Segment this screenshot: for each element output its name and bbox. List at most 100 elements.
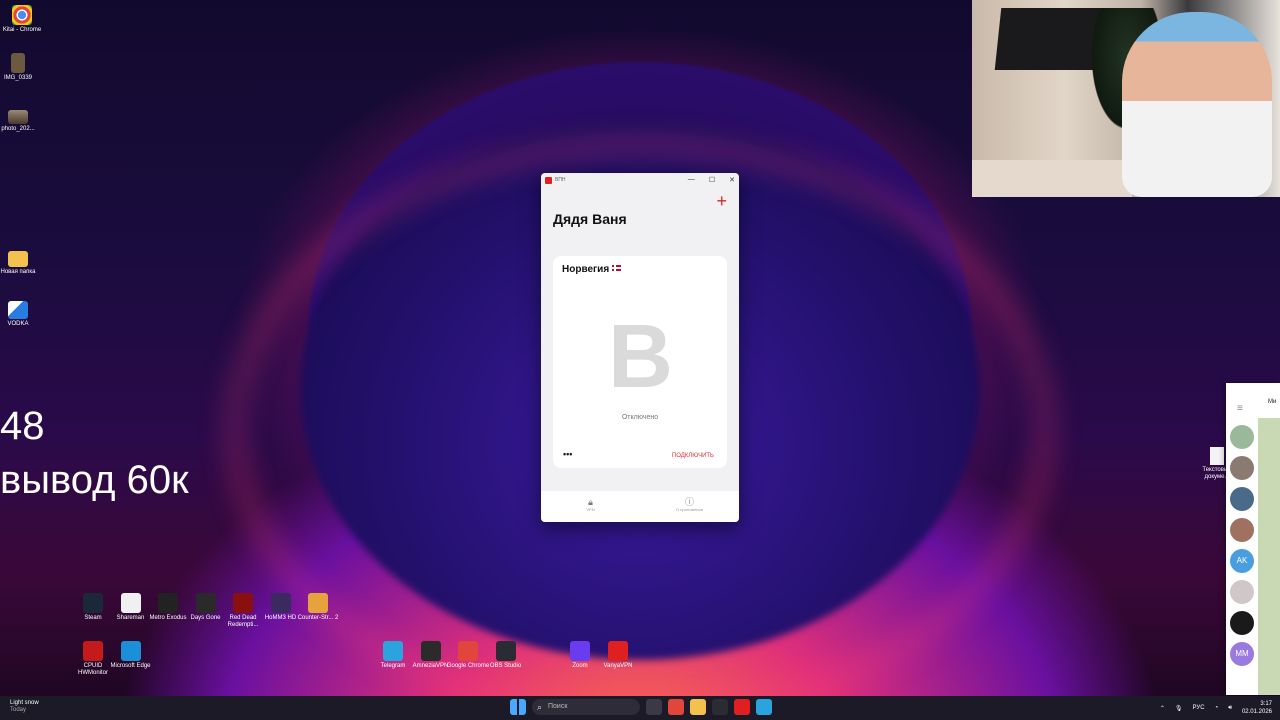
webcam-desk <box>972 160 1132 197</box>
weather-widget[interactable]: Light snow Today <box>10 700 39 714</box>
desktop-icon-label: Steam <box>84 615 102 621</box>
desktop-icon-label: IMG_0339 <box>3 75 33 81</box>
chrome-icon <box>458 641 478 661</box>
volume-icon[interactable]: 🔊︎ <box>1228 705 1232 712</box>
clock-date: 02.01.2026 <box>1241 709 1272 715</box>
zoom-icon <box>570 641 590 661</box>
tab-about[interactable]: ⓘ О приложении <box>640 491 739 522</box>
steam-icon <box>83 593 103 613</box>
desktop-icon-edge[interactable]: Microsoft Edge <box>109 641 153 670</box>
desktop-icon-label: Новая папка <box>0 269 36 275</box>
chat-avatar[interactable] <box>1230 580 1254 604</box>
taskbar-app-chrome[interactable] <box>668 699 684 715</box>
more-options-button[interactable]: ••• <box>563 450 572 459</box>
folder-icon <box>8 251 28 267</box>
desktop-icon-label: Metro Exodus <box>149 615 187 621</box>
tab-vpn[interactable]: 🔒︎ VPN <box>541 491 640 522</box>
overlay-text-line2: вывод 60к <box>0 458 189 502</box>
desktop-icon-kitai-chrome[interactable]: Kitai - Chrome <box>0 5 44 34</box>
connection-status: Отключено <box>621 414 659 421</box>
telegram-icon <box>383 641 403 661</box>
amneziavpn-icon <box>420 641 441 661</box>
close-button[interactable]: ✕ <box>729 176 735 184</box>
webcam-person <box>1122 12 1272 197</box>
menu-icon[interactable]: ≡ <box>1237 403 1243 414</box>
desktop-icon-img-0339[interactable]: IMG_0339 <box>0 53 40 82</box>
app-logo-icon <box>545 176 552 184</box>
photo-file-icon <box>8 110 28 124</box>
minimize-button[interactable]: — <box>688 176 695 184</box>
image-file-icon <box>11 53 25 73</box>
edge-icon <box>120 641 141 661</box>
server-country[interactable]: Норвегия <box>562 264 622 275</box>
taskbar-app-vanyavpn[interactable] <box>734 699 750 715</box>
desktop-icon-label: AmneziaVPN <box>412 663 449 669</box>
webcam-tv <box>994 8 1102 70</box>
taskbar-app-telegram[interactable] <box>756 699 772 715</box>
desktop-icon-counter-strike[interactable]: Counter-Str... 2 <box>296 593 340 622</box>
norway-flag-icon <box>612 265 622 271</box>
taskbar-clock[interactable]: 3:17 02.01.2026 <box>1242 700 1272 716</box>
desktop-icon-label: Telegram <box>380 663 406 669</box>
desktop-icon-vodka[interactable]: VODKA <box>0 301 40 328</box>
webcam-overlay <box>972 0 1280 197</box>
chat-avatar[interactable]: AK <box>1230 549 1254 573</box>
cpuid-hwmonitor-icon <box>83 641 103 661</box>
desktop-icon-label: VanyaVPN <box>603 663 633 669</box>
maximize-button[interactable]: ☐ <box>709 176 715 184</box>
desktop-icon-label: Counter-Str... 2 <box>297 615 339 621</box>
keyboard-language[interactable]: РУС <box>1193 705 1205 711</box>
vanyavpn-icon <box>608 641 628 661</box>
desktop-icon-label: Days Gone <box>190 615 221 621</box>
taskbar-app-obs[interactable] <box>712 699 728 715</box>
chevron-up-icon[interactable]: ⌃ <box>1160 705 1165 712</box>
window-titlebar[interactable]: ВПН — ☐ ✕ <box>541 173 739 187</box>
vpn-app-window[interactable]: ВПН — ☐ ✕ + Дядя Ваня Норвегия В Отключе… <box>541 173 739 522</box>
counter-strike-icon <box>308 593 328 613</box>
desktop-icon-label: Kitai - Chrome <box>2 27 42 33</box>
taskbar-app-task-view[interactable] <box>646 699 662 715</box>
shareman-icon <box>120 593 141 613</box>
desktop-icon-new-folder[interactable]: Новая папка <box>0 251 40 276</box>
system-tray: ⌃ 🎙︎ РУС ◔ 🔊︎ 3:17 02.01.2026 <box>1160 700 1272 716</box>
desktop-icon-label: Shareman <box>116 615 145 621</box>
tab-about-label: О приложении <box>676 507 703 512</box>
window-title: ВПН <box>555 177 566 183</box>
chat-avatar[interactable] <box>1230 456 1254 480</box>
chat-avatar[interactable] <box>1230 611 1254 635</box>
weather-sub: Today <box>10 707 27 713</box>
desktop-icon-label: Microsoft Edge <box>110 663 151 669</box>
chat-name: Ми <box>1268 399 1277 405</box>
desktop-icon-vanyavpn[interactable]: VanyaVPN <box>596 641 640 670</box>
text-file-icon <box>1210 447 1224 465</box>
telegram-window[interactable]: ≡ Ми AK MM <box>1226 383 1280 695</box>
connect-button[interactable]: ПОДКЛЮЧИТЬ <box>672 453 714 459</box>
country-label: Норвегия <box>562 264 610 275</box>
wifi-icon[interactable]: ◔ <box>1215 705 1219 711</box>
taskbar: Light snow Today Поиск ⌃ 🎙︎ РУС ◔ 🔊︎ 3:1… <box>0 696 1280 720</box>
red-dead-icon <box>233 593 253 613</box>
chat-avatar[interactable] <box>1230 425 1254 449</box>
start-button[interactable] <box>510 699 526 715</box>
add-server-button[interactable]: + <box>716 192 727 210</box>
clock-time: 3:17 <box>1260 701 1272 707</box>
microphone-icon[interactable]: 🎙︎ <box>1175 705 1183 712</box>
overlay-text-line1: 48 <box>0 404 45 448</box>
taskbar-app-file-explorer[interactable] <box>690 699 706 715</box>
chat-avatar[interactable] <box>1230 518 1254 542</box>
desktop-icon-obs[interactable]: OBS Studio <box>484 641 528 670</box>
taskbar-search[interactable]: Поиск <box>532 699 640 715</box>
chrome-icon <box>12 5 32 25</box>
chat-avatar[interactable]: MM <box>1230 642 1254 666</box>
app-heading: Дядя Ваня <box>553 211 627 227</box>
desktop-icon-label: OBS Studio <box>489 663 522 669</box>
days-gone-icon <box>195 593 216 613</box>
chat-avatar[interactable] <box>1230 487 1254 511</box>
vpn-logo-icon: В <box>608 307 673 407</box>
bottom-nav: 🔒︎ VPN ⓘ О приложении <box>541 491 739 522</box>
server-card: Норвегия В Отключено ••• ПОДКЛЮЧИТЬ <box>553 256 727 468</box>
desktop-icon-photo[interactable]: photo_202... <box>0 110 40 133</box>
desktop-icon-label: photo_202... <box>1 126 35 132</box>
taskbar-apps: Поиск <box>510 699 772 715</box>
telegram-chat-area <box>1258 418 1280 695</box>
